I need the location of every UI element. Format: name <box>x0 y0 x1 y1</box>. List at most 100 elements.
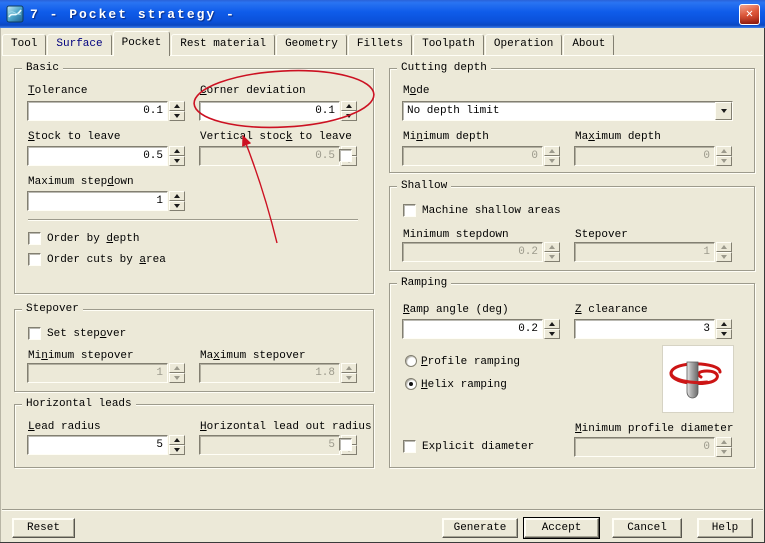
group-basic: Basic Tolerance 0.1 Corner deviation 0.1… <box>14 61 374 294</box>
max-depth-field: 0 <box>574 146 732 166</box>
max-stepdown-field: 1 <box>27 191 185 211</box>
spin-up-icon[interactable] <box>169 101 185 111</box>
tab-fillets[interactable]: Fillets <box>347 34 413 55</box>
spin-up-icon[interactable] <box>169 435 185 445</box>
ramp-angle-input[interactable]: 0.2 <box>402 319 543 339</box>
lead-out-radius-checkbox[interactable] <box>339 438 352 451</box>
shallow-min-stepdown-label: Minimum stepdown <box>403 229 509 241</box>
app-icon <box>6 5 24 23</box>
spin-down-icon <box>716 156 732 166</box>
mode-dropdown-value: No depth limit <box>407 105 500 117</box>
spin-up-icon[interactable] <box>544 319 560 329</box>
tab-toolpath[interactable]: Toolpath <box>413 34 484 55</box>
tab-operation[interactable]: Operation <box>484 34 563 55</box>
shallow-min-stepdown-spinner <box>544 242 560 262</box>
spin-up-icon[interactable] <box>341 101 357 111</box>
tab-about[interactable]: About <box>563 34 615 55</box>
cancel-button[interactable]: Cancel <box>612 518 682 538</box>
group-cutting-depth: Cutting depth Mode No depth limit Minimu… <box>389 61 755 173</box>
spin-down-icon[interactable] <box>341 111 357 121</box>
spin-down-icon[interactable] <box>169 201 185 211</box>
ramp-angle-spinner[interactable] <box>544 319 560 339</box>
shallow-min-stepdown-field: 0.2 <box>402 242 560 262</box>
stock-to-leave-spinner[interactable] <box>169 146 185 166</box>
vertical-stock-field: 0.5 <box>199 146 357 166</box>
z-clearance-spinner[interactable] <box>716 319 732 339</box>
stock-to-leave-input[interactable]: 0.5 <box>27 146 168 166</box>
spin-up-icon[interactable] <box>169 146 185 156</box>
generate-button[interactable]: Generate <box>442 518 518 538</box>
group-basic-title: Basic <box>22 61 64 75</box>
window-title: 7 - Pocket strategy - <box>30 6 236 22</box>
mode-dropdown[interactable]: No depth limit <box>402 101 733 121</box>
tab-pocket[interactable]: Pocket <box>112 31 171 56</box>
spin-down-icon[interactable] <box>544 329 560 339</box>
shallow-stepover-input: 1 <box>574 242 715 262</box>
min-depth-field: 0 <box>402 146 560 166</box>
group-stepover: Stepover Set stepover Minimum stepover 1… <box>14 302 374 392</box>
lead-radius-spinner[interactable] <box>169 435 185 455</box>
tolerance-spinner[interactable] <box>169 101 185 121</box>
spin-up-icon <box>544 146 560 156</box>
max-depth-spinner <box>716 146 732 166</box>
group-shallow-title: Shallow <box>397 179 452 193</box>
vertical-stock-input: 0.5 <box>199 146 340 166</box>
lead-radius-field: 5 <box>27 435 185 455</box>
corner-deviation-spinner[interactable] <box>341 101 357 121</box>
group-ramping-title: Ramping <box>397 276 452 290</box>
dropdown-arrow-icon[interactable] <box>715 102 732 120</box>
spin-down-icon[interactable] <box>169 156 185 166</box>
set-stepover-checkbox[interactable] <box>28 327 41 340</box>
max-stepdown-input[interactable]: 1 <box>27 191 168 211</box>
spin-down-icon <box>341 373 357 383</box>
corner-deviation-input[interactable]: 0.1 <box>199 101 340 121</box>
tab-tool[interactable]: Tool <box>2 34 47 55</box>
min-stepover-field: 1 <box>27 363 185 383</box>
max-stepdown-spinner[interactable] <box>169 191 185 211</box>
max-stepover-label: Maximum stepover <box>200 350 306 362</box>
spin-up-icon <box>716 437 732 447</box>
min-profile-diameter-field: 0 <box>574 437 732 457</box>
order-cuts-by-area-checkbox[interactable] <box>28 253 41 266</box>
corner-deviation-label: Corner deviation <box>200 85 306 97</box>
spin-up-icon[interactable] <box>169 191 185 201</box>
help-button[interactable]: Help <box>697 518 753 538</box>
explicit-diameter-checkbox[interactable] <box>403 440 416 453</box>
reset-button[interactable]: Reset <box>12 518 75 538</box>
max-stepover-field: 1.8 <box>199 363 357 383</box>
max-depth-input: 0 <box>574 146 715 166</box>
spin-down-icon[interactable] <box>169 111 185 121</box>
spin-down-icon <box>544 156 560 166</box>
tab-surface[interactable]: Surface <box>47 34 112 55</box>
spin-down-icon[interactable] <box>169 445 185 455</box>
lead-radius-input[interactable]: 5 <box>27 435 168 455</box>
set-stepover-label: Set stepover <box>47 328 127 340</box>
tab-rest-material[interactable]: Rest material <box>171 34 276 55</box>
profile-ramping-radio[interactable] <box>405 355 417 367</box>
explicit-diameter-label: Explicit diameter <box>422 441 535 453</box>
max-stepover-spinner <box>341 363 357 383</box>
z-clearance-input[interactable]: 3 <box>574 319 715 339</box>
spin-up-icon <box>716 146 732 156</box>
spin-up-icon[interactable] <box>716 319 732 329</box>
ramp-angle-label: Ramp angle (deg) <box>403 304 509 316</box>
tolerance-input[interactable]: 0.1 <box>27 101 168 121</box>
tab-strip: Tool Surface Pocket Rest material Geomet… <box>2 29 763 56</box>
spin-down-icon[interactable] <box>716 329 732 339</box>
spin-up-icon <box>544 242 560 252</box>
z-clearance-field: 3 <box>574 319 732 339</box>
vertical-stock-label: Vertical stock to leave <box>200 131 352 143</box>
accept-button[interactable]: Accept <box>523 517 600 539</box>
tab-geometry[interactable]: Geometry <box>276 34 347 55</box>
order-by-depth-checkbox[interactable] <box>28 232 41 245</box>
helix-ramping-radio[interactable] <box>405 378 417 390</box>
vertical-stock-checkbox[interactable] <box>339 149 352 162</box>
max-stepdown-label: Maximum stepdown <box>28 176 134 188</box>
group-horizontal-leads-title: Horizontal leads <box>22 397 136 411</box>
min-profile-diameter-input: 0 <box>574 437 715 457</box>
machine-shallow-checkbox[interactable] <box>403 204 416 217</box>
group-horizontal-leads: Horizontal leads Lead radius 5 Horizonta… <box>14 397 374 468</box>
close-icon[interactable]: ✕ <box>739 3 760 25</box>
min-stepover-label: Minimum stepover <box>28 350 134 362</box>
pocket-strategy-dialog: 7 - Pocket strategy - ✕ Tool Surface Poc… <box>0 0 765 543</box>
